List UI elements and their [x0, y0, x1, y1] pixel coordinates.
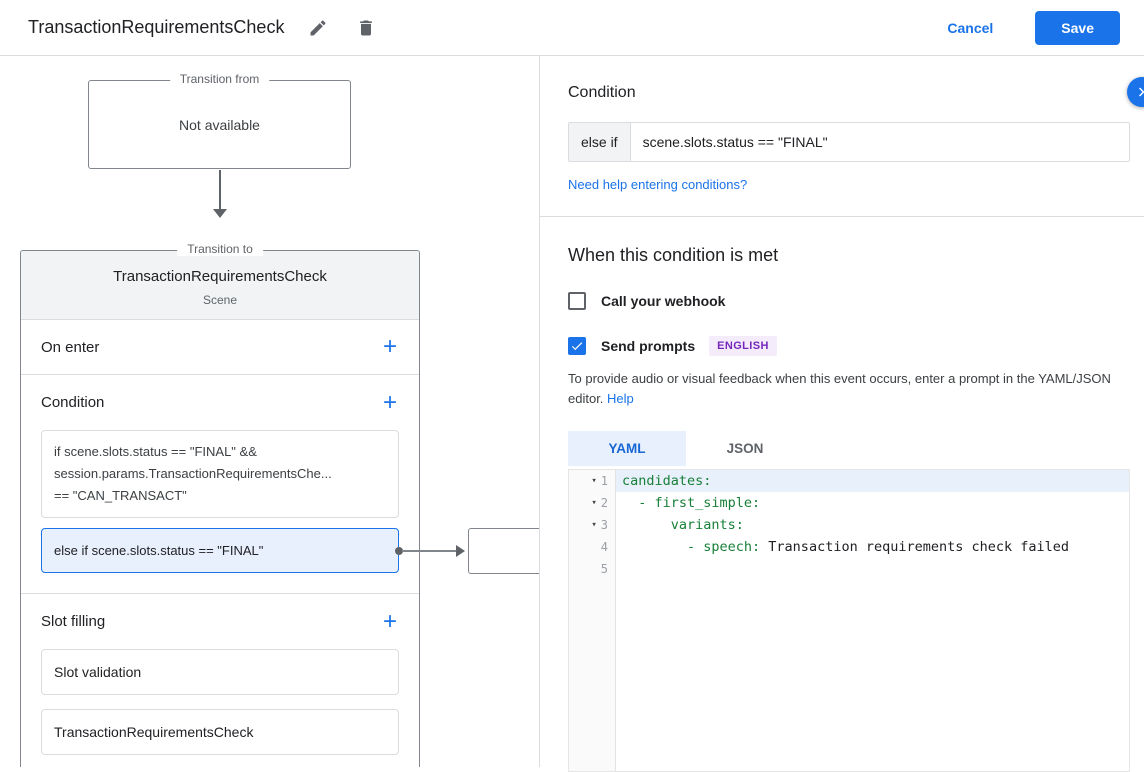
line-number: 2 — [601, 496, 608, 510]
condition-item-2-selected[interactable]: else if scene.slots.status == "FINAL" — [41, 528, 399, 573]
on-enter-label: On enter — [41, 339, 99, 356]
add-on-enter-button[interactable]: + — [373, 333, 407, 361]
edit-icon[interactable] — [304, 14, 332, 42]
scene-title: TransactionRequirementsCheck — [31, 268, 409, 285]
condition-prefix-label: else if — [569, 123, 631, 161]
connector-wire — [402, 550, 462, 552]
cancel-button[interactable]: Cancel — [941, 19, 999, 37]
condition-item-1-line1: if scene.slots.status == "FINAL" && — [54, 441, 386, 463]
add-condition-button[interactable]: + — [373, 389, 407, 417]
save-button[interactable]: Save — [1035, 11, 1120, 45]
condition-section-label: Condition — [41, 394, 104, 411]
add-slot-button[interactable]: + — [373, 608, 407, 636]
scene-header: TransactionRequirementsCheck Scene — [21, 251, 419, 320]
flow-arrowhead-icon — [213, 209, 227, 218]
prompt-description: To provide audio or visual feedback when… — [568, 369, 1130, 409]
line-number: 5 — [601, 562, 608, 576]
when-condition-met-title: When this condition is met — [568, 245, 1130, 266]
yaml-editor[interactable]: ▾ 1 ▾ 2 ▾ 3 4 5 — [568, 469, 1130, 772]
condition-panel: Condition else if Need help entering con… — [540, 56, 1144, 767]
transition-from-label: Transition from — [170, 72, 270, 86]
on-enter-section: On enter + — [21, 320, 419, 375]
transition-from-card: Transition from Not available — [88, 80, 351, 169]
gutter-line-5: 5 — [569, 558, 615, 580]
gutter-line-1: ▾ 1 — [569, 470, 615, 492]
panel-divider — [540, 216, 1144, 217]
webhook-checkbox[interactable] — [568, 292, 586, 310]
condition-item-2-text: else if scene.slots.status == "FINAL" — [54, 543, 263, 558]
condition-section-header: Condition + — [21, 375, 419, 430]
flow-canvas: Transition from Not available Transition… — [0, 56, 540, 767]
page-title: TransactionRequirementsCheck — [28, 17, 284, 38]
prompt-description-text: To provide audio or visual feedback when… — [568, 371, 1111, 406]
gutter-line-2: ▾ 2 — [569, 492, 615, 514]
prompt-help-link[interactable]: Help — [607, 391, 634, 406]
send-prompts-row: Send prompts ENGLISH — [568, 336, 1130, 356]
webhook-row: Call your webhook — [568, 292, 1130, 310]
editor-tabs: YAML JSON — [568, 431, 1130, 466]
collapse-panel-button[interactable] — [1127, 77, 1144, 107]
send-prompts-checkbox[interactable] — [568, 337, 586, 355]
conditions-help-link[interactable]: Need help entering conditions? — [568, 177, 747, 192]
top-bar: TransactionRequirementsCheck Cancel Save — [0, 0, 1144, 56]
chevron-right-icon — [1133, 83, 1144, 101]
code-line-5 — [616, 558, 1129, 580]
code-line-4: - speech: Transaction requirements check… — [616, 536, 1129, 558]
fold-arrow-icon[interactable]: ▾ — [591, 476, 596, 486]
code-line-1: candidates: — [616, 470, 1129, 492]
webhook-label: Call your webhook — [601, 293, 725, 309]
panel-title: Condition — [568, 84, 1130, 102]
condition-input[interactable] — [631, 123, 1129, 161]
editor-code-area[interactable]: candidates: - first_simple: variants: - … — [616, 470, 1129, 771]
tab-yaml[interactable]: YAML — [568, 431, 686, 466]
slot-item-2[interactable]: TransactionRequirementsCheck — [41, 709, 399, 755]
slot-item-1[interactable]: Slot validation — [41, 649, 399, 695]
condition-item-1-line3: == "CAN_TRANSACT" — [54, 485, 386, 507]
code-line-2: - first_simple: — [616, 492, 1129, 514]
fold-arrow-icon[interactable]: ▾ — [591, 498, 596, 508]
gutter-line-4: 4 — [569, 536, 615, 558]
scene-card[interactable]: Transition to TransactionRequirementsChe… — [20, 250, 420, 767]
tab-json[interactable]: JSON — [686, 431, 804, 466]
fold-arrow-icon[interactable]: ▾ — [591, 520, 596, 530]
scene-subtitle: Scene — [31, 293, 409, 307]
flow-connector-line — [219, 170, 221, 210]
gutter-line-3: ▾ 3 — [569, 514, 615, 536]
connector-arrowhead-icon — [456, 545, 465, 557]
send-prompts-label: Send prompts — [601, 338, 695, 354]
condition-item-1[interactable]: if scene.slots.status == "FINAL" && sess… — [41, 430, 399, 518]
line-number: 4 — [601, 540, 608, 554]
transition-to-label: Transition to — [177, 242, 263, 256]
editor-gutter: ▾ 1 ▾ 2 ▾ 3 4 5 — [569, 470, 616, 771]
slot-filling-section-header: Slot filling + — [21, 594, 419, 649]
transition-from-content: Not available — [179, 117, 260, 133]
language-badge: ENGLISH — [709, 336, 777, 356]
condition-expression-row: else if — [568, 122, 1130, 162]
transition-target-card[interactable] — [468, 528, 540, 574]
condition-item-1-line2: session.params.TransactionRequirementsCh… — [54, 463, 386, 485]
slot-filling-label: Slot filling — [41, 613, 105, 630]
delete-icon[interactable] — [352, 14, 380, 42]
code-line-3: variants: — [616, 514, 1129, 536]
line-number: 3 — [601, 518, 608, 532]
line-number: 1 — [601, 474, 608, 488]
